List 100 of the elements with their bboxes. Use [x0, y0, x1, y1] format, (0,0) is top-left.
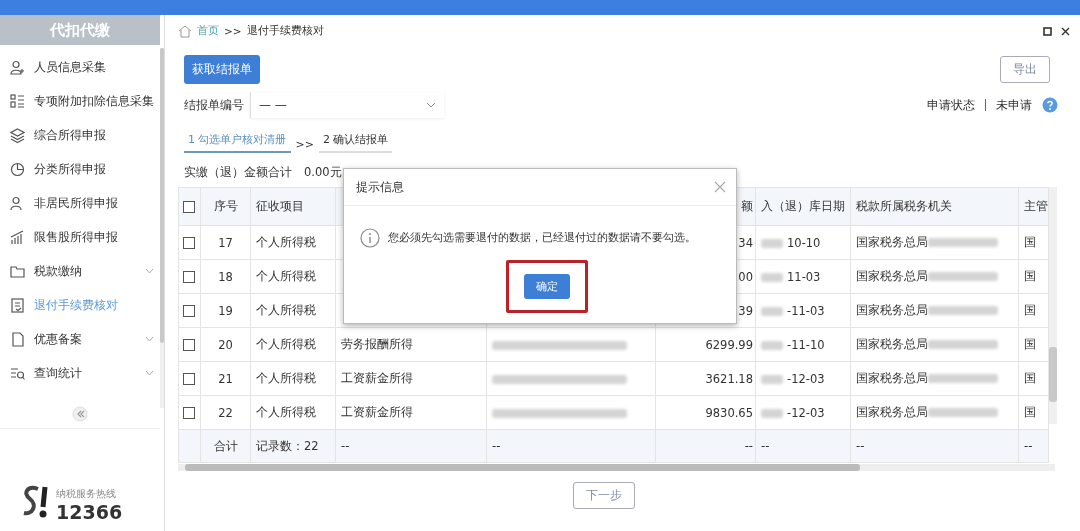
status-label: 申请状态 [927, 97, 975, 113]
table-cell: 17 [218, 235, 233, 250]
checkbox[interactable] [183, 201, 195, 213]
menu-item[interactable]: 查询统计 [0, 356, 160, 390]
blurred-text [928, 238, 998, 247]
table-cell: 国 [1024, 405, 1036, 419]
export-button[interactable]: 导出 [1000, 56, 1050, 83]
total-value: 0.00元 [304, 165, 342, 181]
table-cell: 国家税务总局 [856, 337, 928, 351]
layers-icon [10, 127, 25, 143]
step-separator: >> [295, 138, 314, 153]
next-step-button[interactable]: 下一步 [573, 482, 635, 509]
table-cell: 国 [1024, 269, 1036, 283]
chevron-down-icon[interactable] [145, 268, 154, 274]
close-icon[interactable] [1061, 26, 1070, 36]
statement-number-label: 结报单编号 [184, 96, 244, 114]
table-cell: 国家税务总局 [856, 269, 928, 283]
table-cell: 国家税务总局 [856, 371, 928, 385]
column-header: 征收项目 [256, 199, 304, 213]
menu-item[interactable]: 专项附加扣除信息采集 [0, 84, 160, 118]
checkbox[interactable] [183, 373, 195, 385]
blurred-text [761, 408, 783, 418]
chevron-down-icon[interactable] [145, 336, 154, 342]
person-icon [10, 59, 25, 75]
table-scrollbar[interactable] [1049, 187, 1057, 424]
scrollbar[interactable] [160, 48, 164, 408]
table-cell: 6299.99 [705, 337, 753, 352]
table-cell: 20 [218, 337, 233, 352]
column-header: 额 [741, 199, 753, 213]
menu-item[interactable]: 税款缴纳 [0, 254, 160, 288]
table-cell: 国 [1024, 337, 1036, 351]
table-cell: 22 [218, 405, 233, 420]
table-cell: 11-03 [787, 269, 821, 284]
table-cell: 记录数：22 [256, 438, 319, 453]
document-icon [10, 297, 25, 313]
table-cell: 39 [738, 303, 753, 318]
hotline-number: 12366 [56, 501, 123, 523]
fetch-statement-button[interactable]: 获取结报单 [184, 55, 260, 84]
checkbox[interactable] [183, 339, 195, 351]
blurred-text [928, 272, 998, 281]
table-cell: -- [744, 439, 753, 453]
menu-item[interactable]: 非居民所得申报 [0, 186, 160, 220]
dialog-title: 提示信息 [356, 179, 404, 195]
step-tab[interactable]: 1 勾选单户核对清册 [184, 132, 291, 153]
table-cell: 19 [218, 303, 233, 318]
table-cell: 21 [218, 371, 233, 386]
table-cell: -- [1024, 439, 1033, 453]
menu-item[interactable]: 综合所得申报 [0, 118, 160, 152]
checkbox[interactable] [183, 407, 195, 419]
blurred-text [761, 306, 783, 316]
help-icon[interactable] [1042, 97, 1058, 113]
home-icon[interactable] [178, 24, 192, 38]
collapse-icon[interactable] [72, 406, 88, 422]
blurred-text [761, 238, 783, 248]
table-cell: 个人所得税 [256, 337, 316, 351]
table-cell: 国 [1024, 235, 1036, 249]
table-cell: 个人所得税 [256, 235, 316, 249]
table-cell: 工资薪金所得 [341, 405, 413, 419]
blurred-text [761, 340, 783, 350]
breadcrumb-current: 退付手续费核对 [246, 24, 324, 38]
list-icon [10, 93, 25, 109]
table-cell: 国 [1024, 303, 1036, 317]
checkbox[interactable] [183, 305, 195, 317]
blurred-text [761, 272, 783, 282]
chevron-down-icon[interactable] [145, 370, 154, 376]
restore-icon[interactable] [1043, 26, 1052, 36]
table-cell: 工资薪金所得 [341, 371, 413, 385]
chevron-down-icon[interactable] [426, 102, 436, 108]
table-cell: 个人所得税 [256, 303, 316, 317]
checkbox[interactable] [183, 237, 195, 249]
status-value: 未申请 [996, 97, 1032, 113]
menu-item[interactable]: 优惠备案 [0, 322, 160, 356]
statement-number-select[interactable]: — — [250, 92, 444, 118]
step-tab[interactable]: 2 确认结报单 [318, 132, 393, 153]
hotline-label: 纳税服务热线 [56, 487, 117, 501]
menu-item[interactable]: 人员信息采集 [0, 50, 160, 84]
info-icon [360, 228, 380, 248]
ok-button[interactable]: 确定 [524, 274, 570, 299]
table-cell: 34 [738, 235, 753, 250]
blurred-text [928, 408, 998, 417]
search-list-icon [10, 365, 25, 381]
dialog-message: 您必须先勾选需要退付的数据，已经退付过的数据请不要勾选。 [388, 231, 696, 245]
table-cell: -11-10 [787, 337, 825, 352]
table-cell: -- [761, 439, 770, 453]
table-cell: -- [341, 439, 350, 453]
table-cell: -11-03 [787, 303, 825, 318]
table-cell: 国 [1024, 371, 1036, 385]
menu-item[interactable]: 分类所得申报 [0, 152, 160, 186]
pie-chart-icon [10, 161, 25, 177]
table-cell: 国家税务总局 [856, 405, 928, 419]
sidebar-title: 代扣代缴 [0, 15, 160, 45]
table-cell: -- [856, 439, 865, 453]
menu-item[interactable]: 限售股所得申报 [0, 220, 160, 254]
checkbox[interactable] [183, 271, 195, 283]
table-cell: 18 [218, 269, 233, 284]
table-cell: 国家税务总局 [856, 235, 928, 249]
horizontal-scrollbar[interactable] [178, 464, 1055, 471]
table-cell: 劳务报酬所得 [341, 337, 413, 351]
table-cell: 个人所得税 [256, 269, 316, 283]
table-cell: 3621.18 [705, 371, 753, 386]
